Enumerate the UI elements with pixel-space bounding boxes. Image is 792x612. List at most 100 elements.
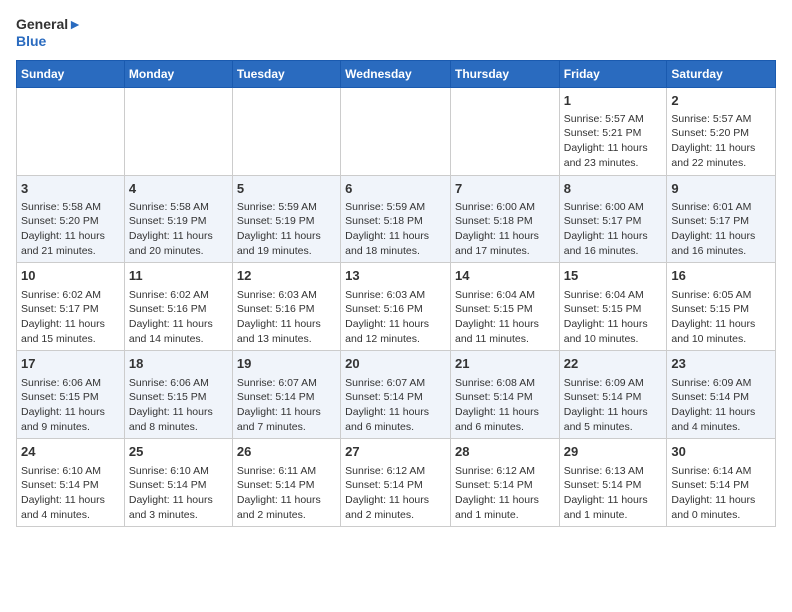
empty-day-cell — [232, 87, 340, 175]
day-info: Sunrise: 6:14 AM Sunset: 5:14 PM Dayligh… — [671, 464, 771, 523]
day-info: Sunrise: 5:58 AM Sunset: 5:19 PM Dayligh… — [129, 200, 228, 259]
calendar-day-cell: 7 Sunrise: 6:00 AM Sunset: 5:18 PM Daylig… — [450, 175, 559, 263]
day-info: Sunrise: 5:59 AM Sunset: 5:18 PM Dayligh… — [345, 200, 446, 259]
day-number: 10 — [21, 267, 120, 285]
calendar-day-cell: 29 Sunrise: 6:13 AM Sunset: 5:14 PM Dayli… — [559, 439, 667, 527]
calendar-day-cell: 1 Sunrise: 5:57 AM Sunset: 5:21 PM Daylig… — [559, 87, 667, 175]
weekday-header-tuesday: Tuesday — [232, 60, 340, 87]
day-info: Sunrise: 6:01 AM Sunset: 5:17 PM Dayligh… — [671, 200, 771, 259]
empty-day-cell — [124, 87, 232, 175]
day-info: Sunrise: 6:06 AM Sunset: 5:15 PM Dayligh… — [129, 376, 228, 435]
calendar-day-cell: 16 Sunrise: 6:05 AM Sunset: 5:15 PM Dayli… — [667, 263, 776, 351]
calendar-day-cell: 4 Sunrise: 5:58 AM Sunset: 5:19 PM Daylig… — [124, 175, 232, 263]
day-info: Sunrise: 6:02 AM Sunset: 5:16 PM Dayligh… — [129, 288, 228, 347]
header: General►Blue — [16, 16, 776, 50]
calendar-day-cell: 18 Sunrise: 6:06 AM Sunset: 5:15 PM Dayli… — [124, 351, 232, 439]
calendar-day-cell: 20Sunrise: 6:07 AM Sunset: 5:14 PM Dayli… — [341, 351, 451, 439]
day-info: Sunrise: 6:00 AM Sunset: 5:17 PM Dayligh… — [564, 200, 663, 259]
calendar-day-cell: 19Sunrise: 6:07 AM Sunset: 5:14 PM Dayli… — [232, 351, 340, 439]
day-number: 25 — [129, 443, 228, 461]
day-number: 2 — [671, 92, 771, 110]
day-number: 15 — [564, 267, 663, 285]
calendar-day-cell: 14 Sunrise: 6:04 AM Sunset: 5:15 PM Dayli… — [450, 263, 559, 351]
day-info: Sunrise: 5:58 AM Sunset: 5:20 PM Dayligh… — [21, 200, 120, 259]
weekday-header-monday: Monday — [124, 60, 232, 87]
calendar-day-cell: 12 Sunrise: 6:03 AM Sunset: 5:16 PM Dayli… — [232, 263, 340, 351]
calendar-day-cell: 30 Sunrise: 6:14 AM Sunset: 5:14 PM Dayli… — [667, 439, 776, 527]
empty-day-cell — [341, 87, 451, 175]
logo: General►Blue — [16, 16, 82, 50]
calendar-day-cell: 9Sunrise: 6:01 AM Sunset: 5:17 PM Daylig… — [667, 175, 776, 263]
day-number: 30 — [671, 443, 771, 461]
empty-day-cell — [17, 87, 125, 175]
calendar-day-cell: 10 Sunrise: 6:02 AM Sunset: 5:17 PM Dayli… — [17, 263, 125, 351]
calendar-day-cell: 15Sunrise: 6:04 AM Sunset: 5:15 PM Dayli… — [559, 263, 667, 351]
day-info: Sunrise: 6:06 AM Sunset: 5:15 PM Dayligh… — [21, 376, 120, 435]
calendar-day-cell: 5 Sunrise: 5:59 AM Sunset: 5:19 PM Daylig… — [232, 175, 340, 263]
day-info: Sunrise: 6:09 AM Sunset: 5:14 PM Dayligh… — [671, 376, 771, 435]
day-info: Sunrise: 6:10 AM Sunset: 5:14 PM Dayligh… — [21, 464, 120, 523]
day-number: 24 — [21, 443, 120, 461]
calendar-day-cell: 23 Sunrise: 6:09 AM Sunset: 5:14 PM Dayli… — [667, 351, 776, 439]
day-info: Sunrise: 6:03 AM Sunset: 5:16 PM Dayligh… — [345, 288, 446, 347]
day-info: Sunrise: 6:04 AM Sunset: 5:15 PM Dayligh… — [455, 288, 555, 347]
day-number: 14 — [455, 267, 555, 285]
day-info: Sunrise: 6:12 AM Sunset: 5:14 PM Dayligh… — [345, 464, 446, 523]
day-info: Sunrise: 6:12 AM Sunset: 5:14 PM Dayligh… — [455, 464, 555, 523]
weekday-header-friday: Friday — [559, 60, 667, 87]
calendar-day-cell: 27Sunrise: 6:12 AM Sunset: 5:14 PM Dayli… — [341, 439, 451, 527]
day-number: 20 — [345, 355, 446, 373]
day-number: 21 — [455, 355, 555, 373]
day-info: Sunrise: 6:08 AM Sunset: 5:14 PM Dayligh… — [455, 376, 555, 435]
calendar-day-cell: 21 Sunrise: 6:08 AM Sunset: 5:14 PM Dayli… — [450, 351, 559, 439]
calendar-day-cell: 28 Sunrise: 6:12 AM Sunset: 5:14 PM Dayli… — [450, 439, 559, 527]
day-info: Sunrise: 5:57 AM Sunset: 5:21 PM Dayligh… — [564, 112, 663, 171]
calendar-day-cell: 25 Sunrise: 6:10 AM Sunset: 5:14 PM Dayli… — [124, 439, 232, 527]
day-number: 11 — [129, 267, 228, 285]
day-number: 7 — [455, 180, 555, 198]
weekday-header-thursday: Thursday — [450, 60, 559, 87]
day-number: 17 — [21, 355, 120, 373]
day-number: 3 — [21, 180, 120, 198]
day-info: Sunrise: 5:59 AM Sunset: 5:19 PM Dayligh… — [237, 200, 336, 259]
day-number: 26 — [237, 443, 336, 461]
day-number: 19 — [237, 355, 336, 373]
empty-day-cell — [450, 87, 559, 175]
day-number: 23 — [671, 355, 771, 373]
day-info: Sunrise: 6:00 AM Sunset: 5:18 PM Dayligh… — [455, 200, 555, 259]
calendar-day-cell: 6 Sunrise: 5:59 AM Sunset: 5:18 PM Daylig… — [341, 175, 451, 263]
day-number: 5 — [237, 180, 336, 198]
day-number: 8 — [564, 180, 663, 198]
day-number: 28 — [455, 443, 555, 461]
day-info: Sunrise: 6:11 AM Sunset: 5:14 PM Dayligh… — [237, 464, 336, 523]
day-info: Sunrise: 6:02 AM Sunset: 5:17 PM Dayligh… — [21, 288, 120, 347]
calendar-week-row: 10 Sunrise: 6:02 AM Sunset: 5:17 PM Dayli… — [17, 263, 776, 351]
day-number: 16 — [671, 267, 771, 285]
day-number: 29 — [564, 443, 663, 461]
calendar-day-cell: 3 Sunrise: 5:58 AM Sunset: 5:20 PM Daylig… — [17, 175, 125, 263]
calendar-day-cell: 2 Sunrise: 5:57 AM Sunset: 5:20 PM Daylig… — [667, 87, 776, 175]
calendar-day-cell: 24 Sunrise: 6:10 AM Sunset: 5:14 PM Dayli… — [17, 439, 125, 527]
day-info: Sunrise: 6:13 AM Sunset: 5:14 PM Dayligh… — [564, 464, 663, 523]
day-number: 1 — [564, 92, 663, 110]
day-info: Sunrise: 6:05 AM Sunset: 5:15 PM Dayligh… — [671, 288, 771, 347]
weekday-header-row: SundayMondayTuesdayWednesdayThursdayFrid… — [17, 60, 776, 87]
day-info: Sunrise: 6:03 AM Sunset: 5:16 PM Dayligh… — [237, 288, 336, 347]
day-number: 12 — [237, 267, 336, 285]
calendar-week-row: 17 Sunrise: 6:06 AM Sunset: 5:15 PM Dayli… — [17, 351, 776, 439]
day-info: Sunrise: 5:57 AM Sunset: 5:20 PM Dayligh… — [671, 112, 771, 171]
logo-text: General►Blue — [16, 16, 82, 50]
day-number: 13 — [345, 267, 446, 285]
day-info: Sunrise: 6:10 AM Sunset: 5:14 PM Dayligh… — [129, 464, 228, 523]
weekday-header-wednesday: Wednesday — [341, 60, 451, 87]
calendar-day-cell: 22Sunrise: 6:09 AM Sunset: 5:14 PM Dayli… — [559, 351, 667, 439]
calendar-week-row: 1 Sunrise: 5:57 AM Sunset: 5:21 PM Daylig… — [17, 87, 776, 175]
calendar-week-row: 24 Sunrise: 6:10 AM Sunset: 5:14 PM Dayli… — [17, 439, 776, 527]
day-number: 4 — [129, 180, 228, 198]
day-number: 6 — [345, 180, 446, 198]
day-number: 18 — [129, 355, 228, 373]
calendar-day-cell: 26 Sunrise: 6:11 AM Sunset: 5:14 PM Dayli… — [232, 439, 340, 527]
calendar-day-cell: 11 Sunrise: 6:02 AM Sunset: 5:16 PM Dayli… — [124, 263, 232, 351]
calendar-day-cell: 8 Sunrise: 6:00 AM Sunset: 5:17 PM Daylig… — [559, 175, 667, 263]
day-info: Sunrise: 6:09 AM Sunset: 5:14 PM Dayligh… — [564, 376, 663, 435]
